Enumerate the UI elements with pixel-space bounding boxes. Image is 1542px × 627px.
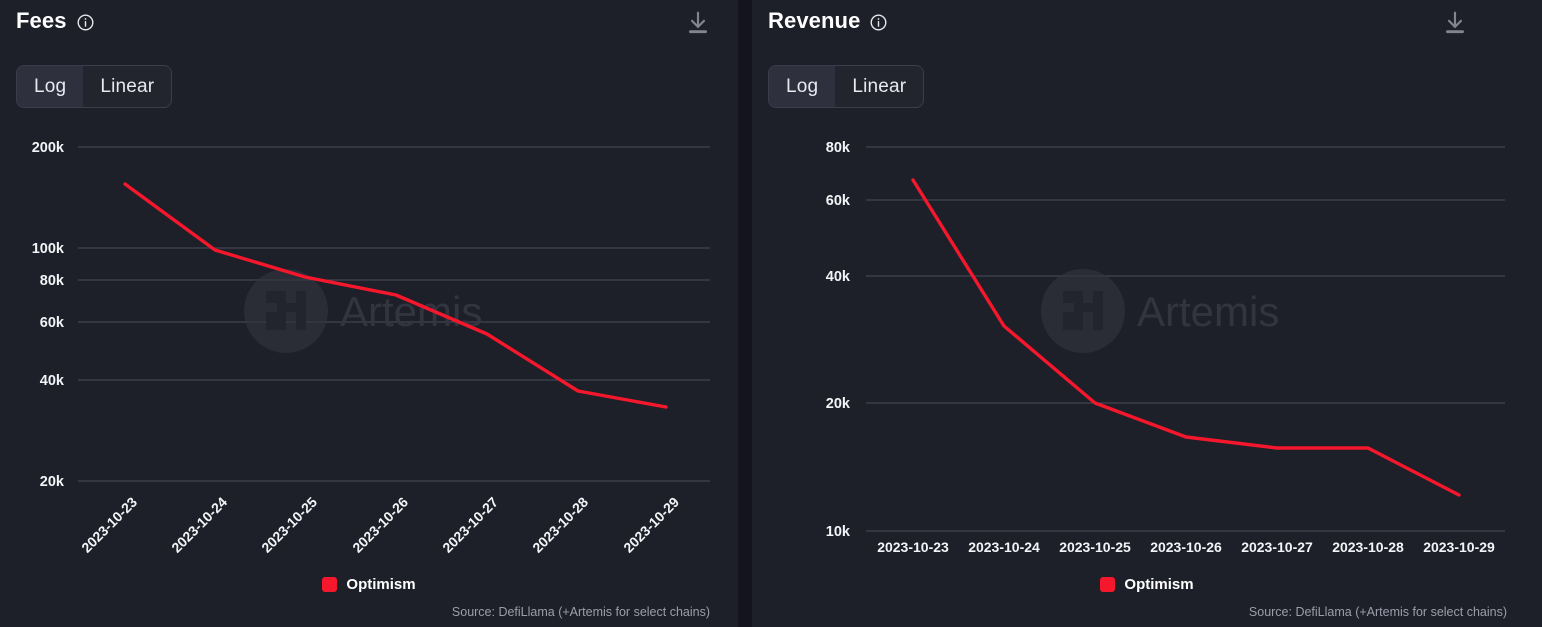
- fees-y-tick: 60k: [40, 315, 65, 331]
- legend-item-label[interactable]: Optimism: [346, 576, 415, 593]
- revenue-x-tick: 2023-10-28: [1332, 539, 1404, 555]
- revenue-x-tick: 2023-10-29: [1423, 539, 1495, 555]
- revenue-y-tick: 20k: [826, 396, 851, 412]
- revenue-x-tick: 2023-10-24: [968, 539, 1040, 555]
- fees-y-tick: 200k: [32, 140, 65, 156]
- revenue-x-tick: 2023-10-27: [1241, 539, 1313, 555]
- legend-item-label[interactable]: Optimism: [1124, 576, 1193, 593]
- revenue-chart-svg: 80k 60k 40k 20k 10k Artemis 2023-10-23 2…: [752, 0, 1542, 570]
- revenue-y-tick: 80k: [826, 140, 851, 156]
- revenue-x-tick: 2023-10-23: [877, 539, 949, 555]
- fees-y-axis: 200k 100k 80k 60k 40k 20k: [32, 140, 65, 490]
- fees-x-tick: 2023-10-28: [529, 494, 591, 556]
- fees-x-axis: 2023-10-23 2023-10-24 2023-10-25 2023-10…: [78, 494, 682, 556]
- fees-y-tick: 20k: [40, 474, 65, 490]
- artemis-watermark: Artemis: [1041, 269, 1279, 353]
- revenue-y-tick: 60k: [826, 193, 851, 209]
- revenue-y-axis: 80k 60k 40k 20k 10k: [826, 140, 851, 540]
- fees-x-tick: 2023-10-29: [620, 494, 682, 556]
- fees-chart-panel: Fees Log Linear: [0, 0, 738, 627]
- fees-y-tick: 40k: [40, 373, 65, 389]
- revenue-series-line: [913, 180, 1459, 495]
- revenue-x-axis: 2023-10-23 2023-10-24 2023-10-25 2023-10…: [877, 539, 1495, 555]
- revenue-x-tick: 2023-10-26: [1150, 539, 1222, 555]
- artemis-watermark-text: Artemis: [340, 288, 482, 335]
- fees-source-note: Source: DefiLlama (+Artemis for select c…: [452, 605, 710, 619]
- fees-y-tick: 80k: [40, 273, 65, 289]
- fees-chart-svg: 200k 100k 80k 60k 40k 20k Artemis: [0, 0, 738, 560]
- fees-x-tick: 2023-10-23: [78, 494, 140, 556]
- revenue-y-tick: 40k: [826, 269, 851, 285]
- fees-x-tick: 2023-10-24: [168, 494, 230, 556]
- fees-series-line: [125, 184, 666, 407]
- legend-color-swatch: [322, 577, 337, 592]
- fees-y-tick: 100k: [32, 241, 65, 257]
- fees-x-tick: 2023-10-27: [439, 494, 501, 556]
- dual-chart-dashboard: Fees Log Linear: [0, 0, 1542, 627]
- artemis-watermark-text: Artemis: [1137, 288, 1279, 335]
- artemis-watermark: Artemis: [244, 269, 482, 353]
- revenue-gridlines: [866, 147, 1505, 531]
- fees-x-tick: 2023-10-25: [258, 494, 320, 556]
- revenue-x-tick: 2023-10-25: [1059, 539, 1131, 555]
- legend-color-swatch: [1100, 577, 1115, 592]
- panel-divider: [738, 0, 752, 627]
- fees-legend: Optimism: [0, 576, 738, 593]
- revenue-y-tick: 10k: [826, 524, 851, 540]
- revenue-chart-panel: Revenue Log Linear: [752, 0, 1542, 627]
- fees-chart-area: 200k 100k 80k 60k 40k 20k Artemis: [0, 0, 738, 627]
- revenue-legend: Optimism: [752, 576, 1542, 593]
- revenue-chart-area: 80k 60k 40k 20k 10k Artemis 2023-10-23 2…: [752, 0, 1542, 627]
- revenue-source-note: Source: DefiLlama (+Artemis for select c…: [1249, 605, 1507, 619]
- fees-x-tick: 2023-10-26: [349, 494, 411, 556]
